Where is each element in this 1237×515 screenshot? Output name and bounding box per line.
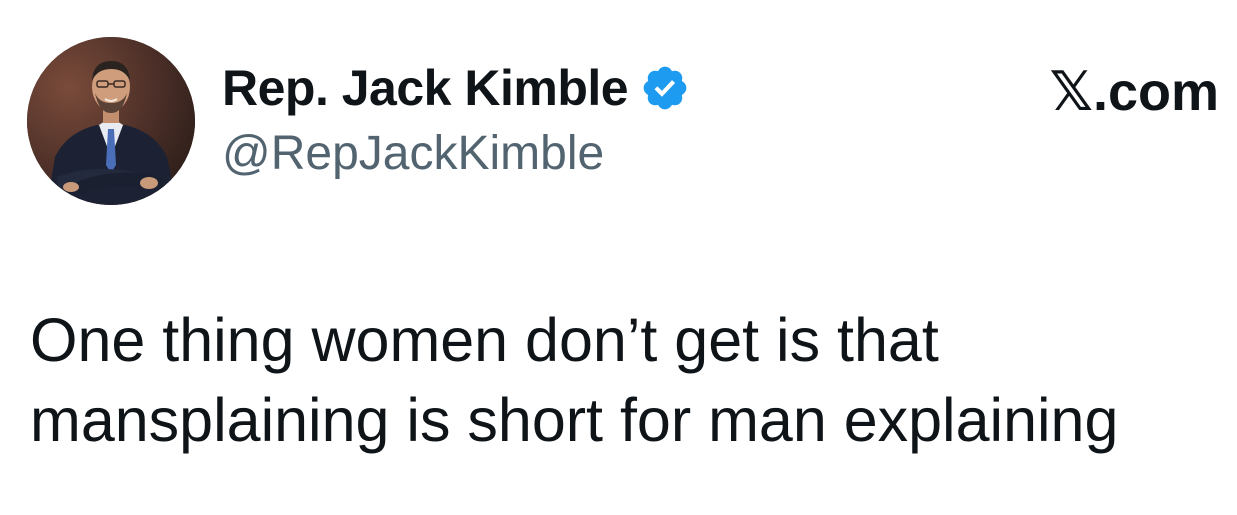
x-logo-label: 𝕏.com: [1049, 62, 1219, 122]
profile-photo-icon: [27, 37, 195, 205]
verified-badge-icon: [640, 63, 690, 113]
avatar[interactable]: [27, 37, 195, 205]
display-name[interactable]: Rep. Jack Kimble: [222, 59, 629, 117]
tweet-text: One thing women don’t get is that manspl…: [30, 306, 1119, 454]
tweet-card: Rep. Jack Kimble @RepJackKimble 𝕏.com On…: [0, 0, 1237, 515]
author-name-row[interactable]: Rep. Jack Kimble: [222, 58, 690, 118]
author-handle[interactable]: @RepJackKimble: [222, 126, 604, 181]
